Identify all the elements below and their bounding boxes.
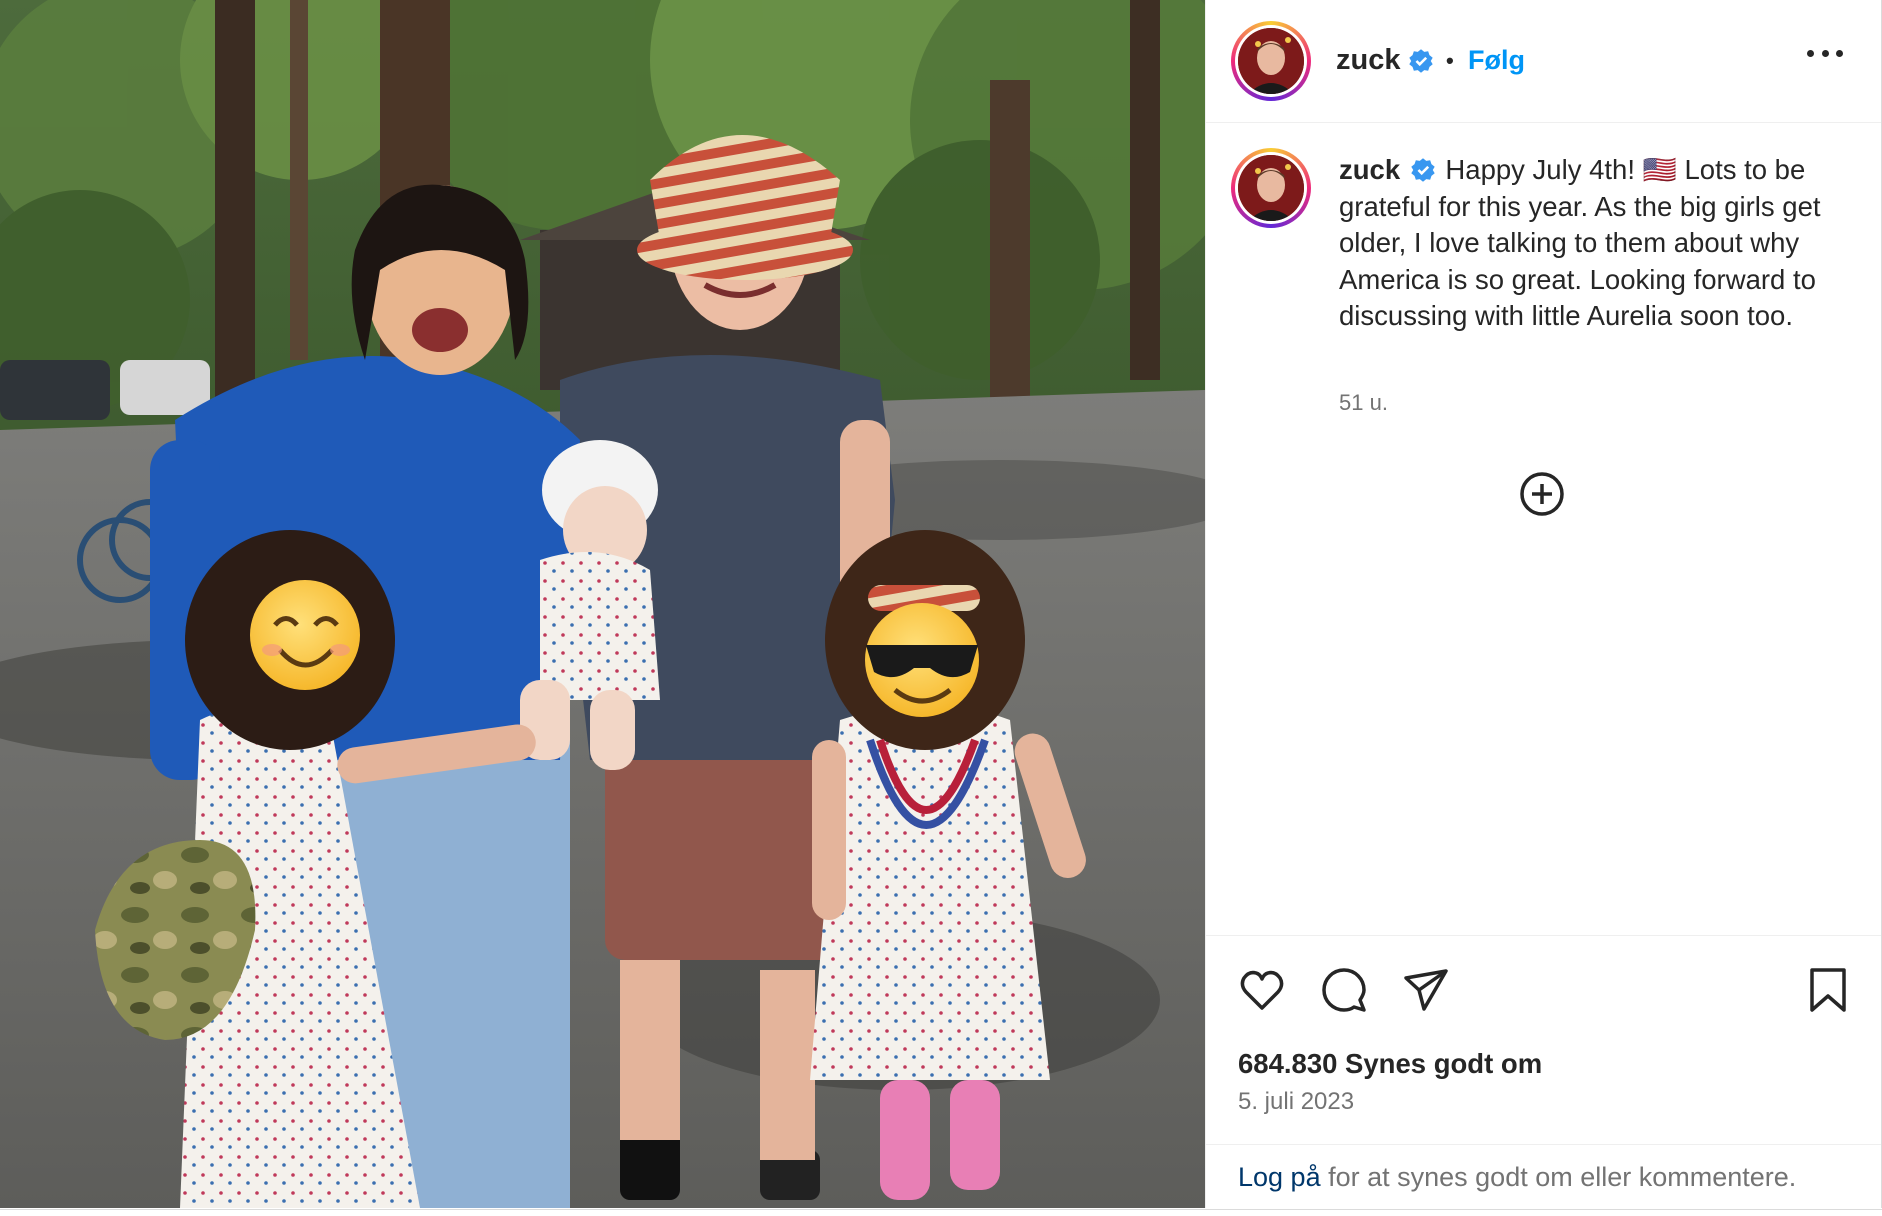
caption-username[interactable]: zuck	[1339, 154, 1400, 185]
post-header: zuck • Følg	[1206, 0, 1881, 123]
login-prompt: Log på for at synes godt om eller kommen…	[1238, 1162, 1796, 1193]
login-prompt-text: for at synes godt om eller kommentere.	[1320, 1162, 1797, 1192]
bookmark-icon[interactable]	[1806, 966, 1850, 1014]
caption-time-ago: 51 u.	[1339, 390, 1388, 415]
header-avatar[interactable]	[1231, 21, 1311, 101]
profile-picture-icon	[1238, 28, 1304, 94]
comment-bubble-icon[interactable]	[1320, 966, 1368, 1014]
instagram-post-dialog: zuck • Følg zuck Happy July 4th! 🇺🇸 Lots…	[0, 0, 1882, 1210]
login-divider	[1206, 1144, 1881, 1145]
heart-icon[interactable]	[1238, 966, 1286, 1014]
paper-plane-icon[interactable]	[1402, 966, 1450, 1014]
verified-badge-icon	[1411, 158, 1435, 182]
header-username[interactable]: zuck	[1336, 44, 1400, 77]
post-photo[interactable]	[0, 0, 1205, 1208]
post-side-panel: zuck • Følg zuck Happy July 4th! 🇺🇸 Lots…	[1205, 0, 1882, 1208]
caption-avatar[interactable]	[1231, 148, 1311, 228]
likes-count[interactable]: 684.830 Synes godt om	[1238, 1048, 1542, 1080]
family-photo-illustration	[0, 0, 1205, 1208]
login-link[interactable]: Log på	[1238, 1162, 1321, 1192]
post-caption: zuck Happy July 4th! 🇺🇸 Lots to be grate…	[1339, 152, 1839, 335]
header-separator: •	[1446, 48, 1454, 73]
more-options-icon[interactable]	[1807, 46, 1843, 60]
smiling-emoji-face	[250, 580, 360, 690]
profile-picture-icon	[1238, 155, 1304, 221]
actions-divider	[1206, 935, 1881, 936]
follow-button[interactable]: Følg	[1468, 45, 1525, 76]
plus-circle-icon[interactable]	[1518, 470, 1566, 518]
sunglasses-emoji-face	[865, 603, 979, 717]
verified-badge-icon	[1409, 49, 1433, 73]
post-date: 5. juli 2023	[1238, 1088, 1355, 1115]
